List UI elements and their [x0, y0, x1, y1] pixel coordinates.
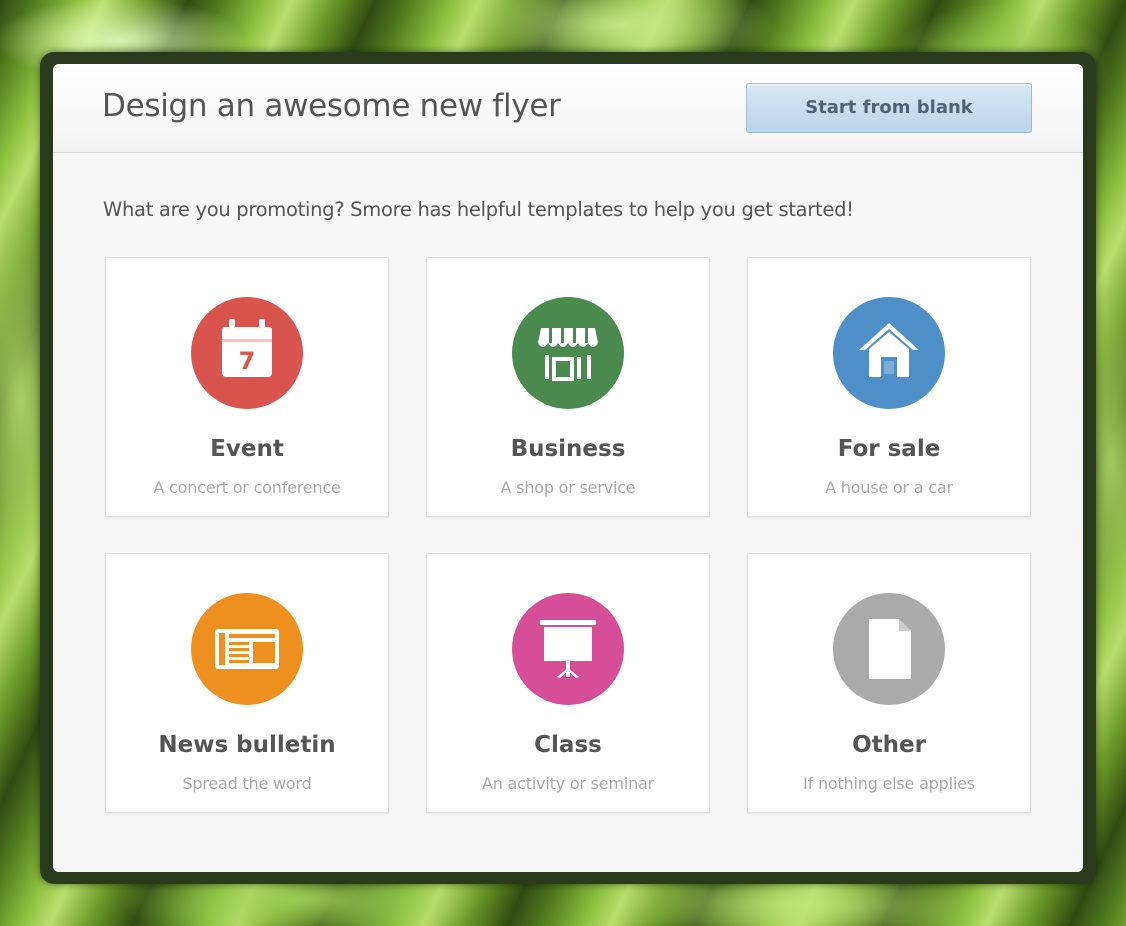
house-icon	[833, 297, 945, 409]
template-prompt: What are you promoting? Smore has helpfu…	[103, 198, 854, 221]
category-card-business[interactable]: Business A shop or service	[426, 257, 710, 517]
category-label: Class	[534, 732, 602, 758]
start-from-blank-button[interactable]: Start from blank	[746, 83, 1032, 133]
new-flyer-dialog: Design an awesome new flyer Start from b…	[53, 64, 1083, 872]
storefront-icon	[512, 297, 624, 409]
newspaper-icon	[191, 593, 303, 705]
category-card-news-bulletin[interactable]: News bulletin Spread the word	[105, 553, 389, 813]
category-description: Spread the word	[182, 774, 312, 793]
category-card-for-sale[interactable]: For sale A house or a car	[747, 257, 1031, 517]
category-description: A concert or conference	[153, 478, 341, 497]
dialog-header: Design an awesome new flyer Start from b…	[53, 64, 1083, 153]
icon-circle-business	[512, 297, 624, 409]
category-card-event[interactable]: 7 Event A concert or conference	[105, 257, 389, 517]
category-description: An activity or seminar	[481, 774, 655, 793]
category-label: Other	[852, 732, 926, 758]
category-label: Event	[210, 436, 284, 462]
dialog-title: Design an awesome new flyer	[102, 88, 561, 124]
category-description: If nothing else applies	[803, 774, 975, 793]
category-label: For sale	[837, 436, 941, 462]
dialog-body: What are you promoting? Smore has helpfu…	[53, 153, 1083, 872]
presentation-board-icon	[512, 593, 624, 705]
category-description: A house or a car	[825, 478, 953, 497]
calendar-icon: 7	[191, 297, 303, 409]
category-label: Business	[510, 436, 626, 462]
document-icon	[833, 593, 945, 705]
category-card-other[interactable]: Other If nothing else applies	[747, 553, 1031, 813]
category-description: A shop or service	[500, 478, 636, 497]
category-card-class[interactable]: Class An activity or seminar	[426, 553, 710, 813]
category-label: News bulletin	[158, 732, 336, 758]
calendar-day: 7	[239, 347, 256, 375]
